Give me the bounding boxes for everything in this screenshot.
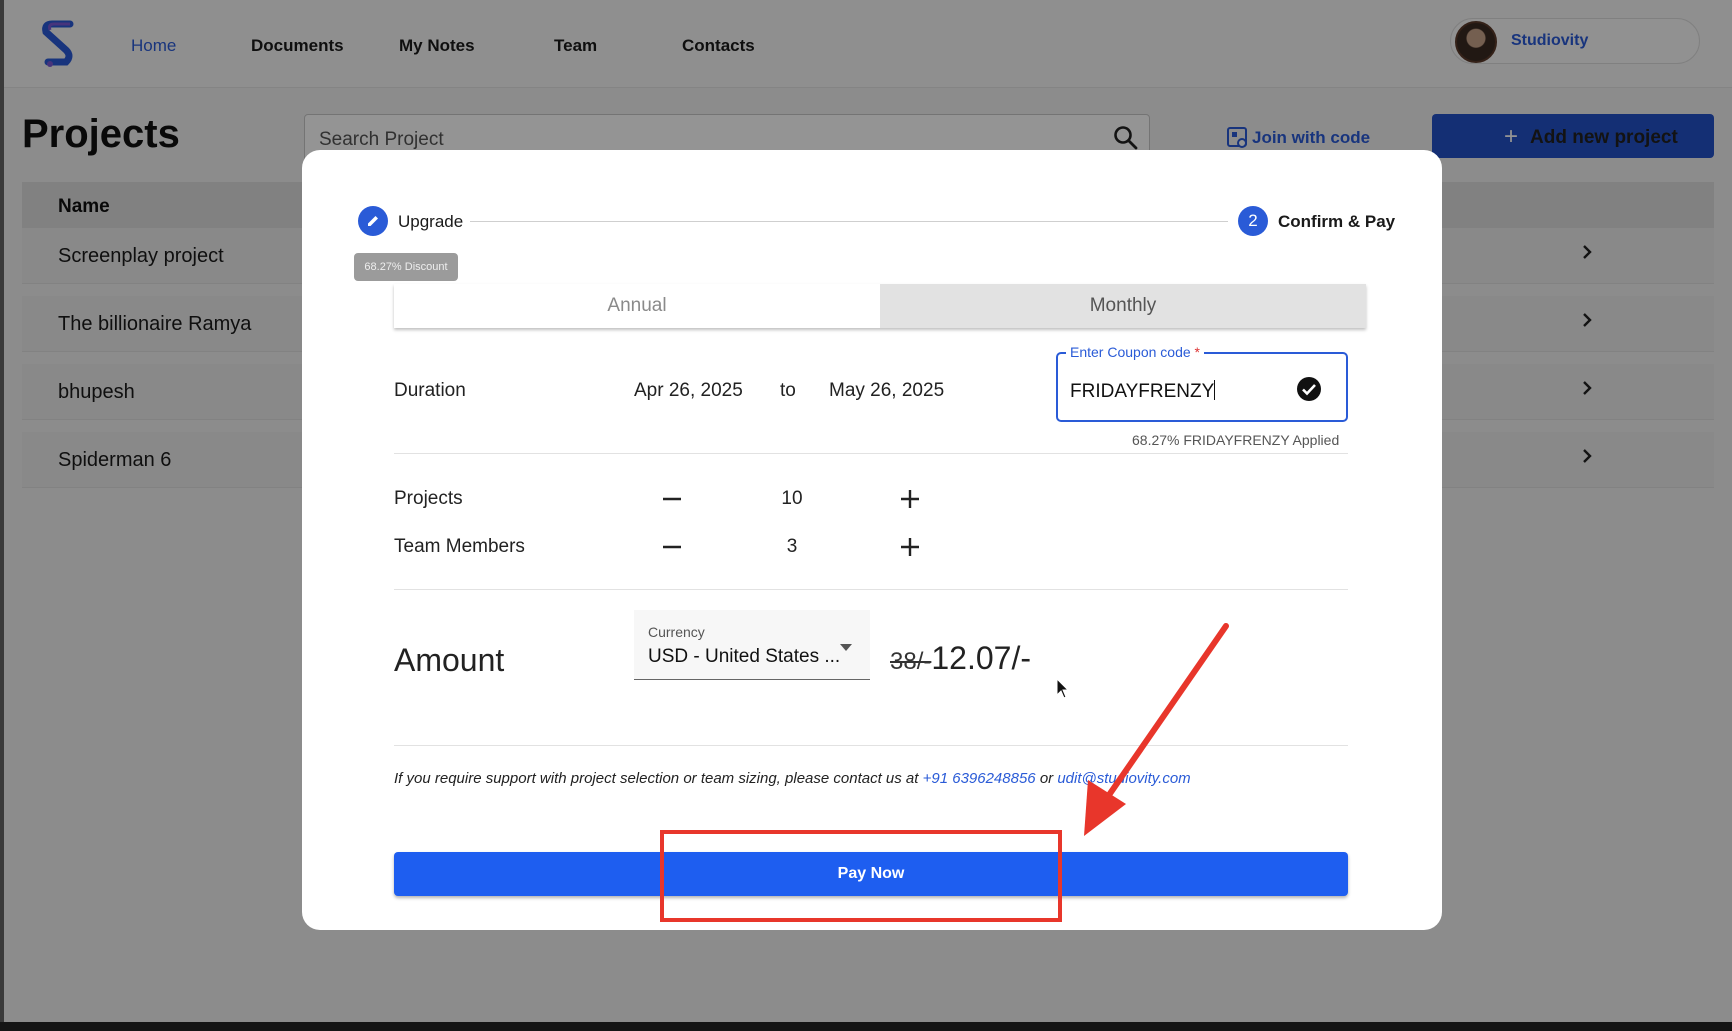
mouse-cursor-icon	[1056, 678, 1070, 699]
coupon-code-field[interactable]: Enter Coupon code * FRIDAYFRENZY	[1056, 344, 1348, 422]
upgrade-modal: Upgrade 2 Confirm & Pay 68.27% Discount …	[302, 150, 1442, 930]
stepper-connector	[470, 221, 1228, 222]
projects-count: 10	[781, 488, 803, 509]
projects-label: Projects	[394, 488, 463, 509]
coupon-label: Enter Coupon code *	[1066, 344, 1204, 360]
step-label: Confirm & Pay	[1278, 212, 1396, 231]
team-members-count: 3	[786, 536, 798, 557]
team-members-label: Team Members	[394, 536, 525, 557]
duration-to-label: to	[780, 380, 796, 401]
step-label: Upgrade	[398, 212, 464, 231]
discount-badge: 68.27% Discount	[354, 253, 458, 281]
currency-select[interactable]: Currency USD - United States ...	[634, 610, 870, 680]
billing-period-toggle: Annual Monthly	[394, 284, 1366, 328]
support-phone-link[interactable]: +91 6396248856	[923, 770, 1036, 787]
step-number: 2	[1238, 206, 1268, 236]
discounted-price: 12.07/-	[931, 640, 1031, 676]
dropdown-arrow-icon	[840, 644, 852, 651]
duration-label: Duration	[394, 380, 466, 401]
window-bottom-edge	[0, 1022, 1732, 1031]
billing-option-monthly[interactable]: Monthly	[880, 284, 1366, 328]
coupon-input-value[interactable]: FRIDAYFRENZY	[1070, 380, 1216, 403]
step-circle	[358, 206, 388, 236]
price-display: 38/-12.07/-	[890, 640, 1031, 677]
projects-decrement-minus-icon[interactable]	[660, 487, 684, 511]
amount-label: Amount	[394, 642, 505, 678]
billing-option-annual[interactable]: Annual	[394, 284, 880, 328]
pencil-icon	[368, 216, 378, 226]
duration-end: May 26, 2025	[829, 380, 945, 401]
currency-value: USD - United States ...	[648, 646, 841, 667]
annotation-arrow-icon	[1084, 623, 1229, 836]
divider	[394, 589, 1348, 590]
original-price: 38/-	[890, 648, 932, 675]
duration-start: Apr 26, 2025	[634, 380, 743, 401]
currency-caption: Currency	[648, 624, 705, 640]
divider	[394, 453, 1348, 454]
check-circle-icon	[1297, 377, 1321, 401]
coupon-applied-text: 68.27% FRIDAYFRENZY Applied	[1132, 432, 1340, 448]
projects-increment-plus-icon[interactable]	[898, 487, 922, 511]
team-decrement-minus-icon[interactable]	[660, 535, 684, 559]
annotation-highlight-box	[660, 830, 1062, 922]
team-increment-plus-icon[interactable]	[898, 535, 922, 559]
